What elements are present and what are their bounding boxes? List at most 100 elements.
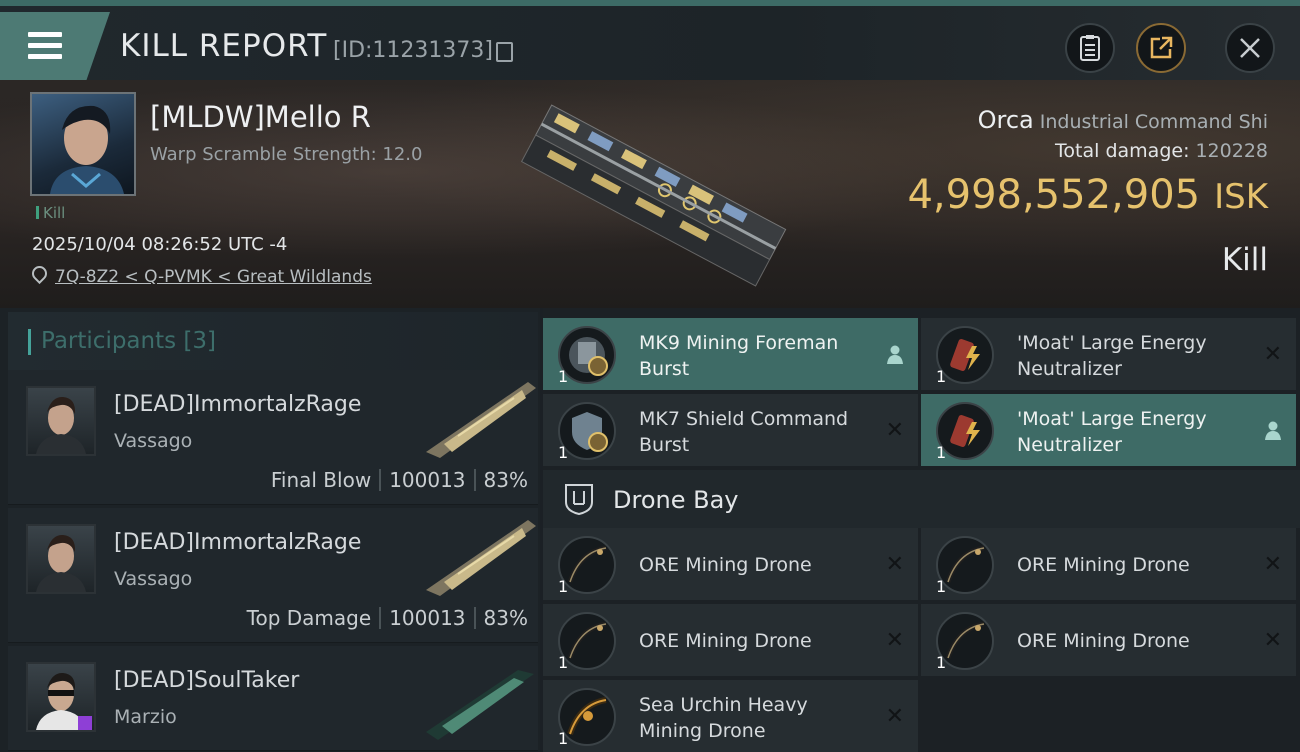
module-tile[interactable]: 1 'Moat' Large Energy Neutralizer ✕	[921, 318, 1296, 390]
close-icon[interactable]: ✕	[886, 552, 904, 577]
participant-percent: 83%	[483, 468, 528, 492]
close-icon[interactable]: ✕	[886, 418, 904, 443]
participant-row[interactable]: [DEAD]ImmortalzRage Vassago Top Damage 10…	[8, 508, 538, 643]
divider	[473, 469, 476, 491]
drone-name: ORE Mining Drone	[639, 630, 812, 652]
participant-role: Final Blow	[270, 468, 372, 492]
participant-damage: 100013	[389, 606, 466, 630]
drone-name: ORE Mining Drone	[639, 554, 812, 576]
module-quantity: 1	[558, 367, 569, 386]
header-accent	[28, 329, 31, 355]
victim-avatar[interactable]	[30, 92, 136, 196]
drone-tile[interactable]: 1 ORE Mining Drone ✕	[543, 604, 918, 676]
module-quantity: 1	[936, 367, 947, 386]
kill-datetime: 2025/10/04 08:26:52 UTC -4	[32, 234, 288, 255]
drone-name: ORE Mining Drone	[1017, 554, 1190, 576]
participant-row[interactable]: [DEAD]ImmortalzRage Vassago Final Blow 10…	[8, 370, 538, 505]
kill-location[interactable]: 7Q-8Z2 < Q-PVMK < Great Wildlands	[28, 262, 372, 287]
pilot-portrait-icon	[36, 672, 92, 730]
kill-tag: Kill	[36, 204, 65, 222]
avatar[interactable]	[26, 662, 96, 732]
drone-tile[interactable]: 1 ORE Mining Drone ✕	[921, 604, 1296, 676]
notes-button[interactable]	[1065, 23, 1115, 73]
drone-quantity: 1	[936, 653, 947, 672]
module-quantity: 1	[558, 443, 569, 462]
total-damage: Total damage: 120228	[1055, 140, 1268, 162]
isk-value: 4,998,552,905 ISK	[907, 172, 1268, 218]
kill-summary: [MLDW]Mello R Warp Scramble Strength: 12…	[0, 80, 1300, 308]
location-path[interactable]: 7Q-8Z2 < Q-PVMK < Great Wildlands	[55, 267, 372, 287]
drone-tile[interactable]: 1 Sea Urchin Heavy Mining Drone ✕	[543, 680, 918, 752]
person-icon[interactable]	[1264, 420, 1282, 440]
ship-name[interactable]: Orca Industrial Command Shi	[978, 106, 1268, 134]
pilot-portrait-icon	[36, 534, 86, 592]
drone-bay-header[interactable]: Drone Bay	[543, 470, 1300, 528]
share-button[interactable]	[1136, 23, 1186, 73]
module-quantity: 1	[936, 443, 947, 462]
drone-bay-icon	[565, 484, 593, 516]
participant-ship: Vassago	[114, 568, 193, 590]
menu-button[interactable]	[0, 12, 110, 82]
close-icon[interactable]: ✕	[886, 628, 904, 653]
participant-row[interactable]: [DEAD]SoulTaker Marzio	[8, 646, 538, 751]
victim-name[interactable]: [MLDW]Mello R	[150, 100, 371, 134]
participant-percent: 83%	[483, 606, 528, 630]
divider	[379, 469, 382, 491]
participant-role: Top Damage	[246, 606, 372, 630]
module-tile[interactable]: 1 MK7 Shield Command Burst ✕	[543, 394, 918, 466]
copy-icon[interactable]	[496, 42, 513, 62]
ship-class: Industrial Command Shi	[1039, 111, 1268, 133]
fitting-panel: 1 MK9 Mining Foreman Burst 1 'Moat' Larg…	[543, 308, 1300, 752]
drone-quantity: 1	[936, 577, 947, 596]
participant-name[interactable]: [DEAD]ImmortalzRage	[114, 392, 361, 417]
drone-quantity: 1	[558, 653, 569, 672]
module-name: MK9 Mining Foreman Burst	[639, 332, 839, 380]
ship-thumbnail-image	[426, 520, 536, 596]
ship-thumbnail-image	[426, 382, 536, 458]
close-icon[interactable]: ✕	[1264, 552, 1282, 577]
drone-quantity: 1	[558, 729, 569, 748]
participant-damage: 100013	[389, 468, 466, 492]
drone-tile[interactable]: 1 ORE Mining Drone ✕	[543, 528, 918, 600]
notes-icon	[1080, 35, 1100, 61]
total-damage-label: Total damage:	[1055, 140, 1190, 162]
participant-stats: Final Blow 100013 83%	[271, 468, 528, 492]
participants-label: Participants	[41, 328, 177, 354]
module-tile[interactable]: 1 MK9 Mining Foreman Burst	[543, 318, 918, 390]
module-name: 'Moat' Large Energy Neutralizer	[1017, 408, 1207, 456]
module-name: 'Moat' Large Energy Neutralizer	[1017, 332, 1207, 380]
drone-quantity: 1	[558, 577, 569, 596]
top-bar: KILL REPORT [ID:11231373]	[0, 0, 1300, 82]
divider	[379, 607, 382, 629]
module-name: MK7 Shield Command Burst	[639, 408, 849, 456]
drone-name: Sea Urchin Heavy Mining Drone	[639, 694, 808, 742]
report-id: [ID:11231373]	[333, 38, 493, 63]
result-label: Kill	[1221, 242, 1268, 278]
close-icon[interactable]: ✕	[886, 704, 904, 729]
close-icon	[1240, 38, 1260, 58]
isk-unit: ISK	[1214, 177, 1268, 217]
warp-scramble-strength: Warp Scramble Strength: 12.0	[150, 144, 423, 165]
page-title: KILL REPORT	[120, 28, 328, 64]
avatar[interactable]	[26, 386, 96, 456]
ship-thumbnail-image	[426, 670, 534, 740]
avatar[interactable]	[26, 524, 96, 594]
participant-name[interactable]: [DEAD]ImmortalzRage	[114, 530, 361, 555]
ship-render-image	[520, 104, 787, 287]
close-button[interactable]	[1225, 23, 1275, 73]
isk-amount: 4,998,552,905	[907, 172, 1201, 218]
drone-tile[interactable]: 1 ORE Mining Drone ✕	[921, 528, 1296, 600]
close-icon[interactable]: ✕	[1264, 342, 1282, 367]
close-icon[interactable]: ✕	[1264, 628, 1282, 653]
participant-name[interactable]: [DEAD]SoulTaker	[114, 668, 299, 693]
participant-ship: Marzio	[114, 706, 177, 728]
participant-ship: Vassago	[114, 430, 193, 452]
module-tile[interactable]: 1 'Moat' Large Energy Neutralizer	[921, 394, 1296, 466]
pilot-portrait-icon	[36, 396, 86, 454]
participants-title: Participants [3]	[41, 328, 216, 354]
participants-count: [3]	[183, 328, 217, 354]
location-pin-icon	[28, 262, 51, 285]
participants-header: Participants [3]	[8, 312, 538, 370]
person-icon[interactable]	[886, 344, 904, 364]
total-damage-value: 120228	[1195, 140, 1268, 162]
